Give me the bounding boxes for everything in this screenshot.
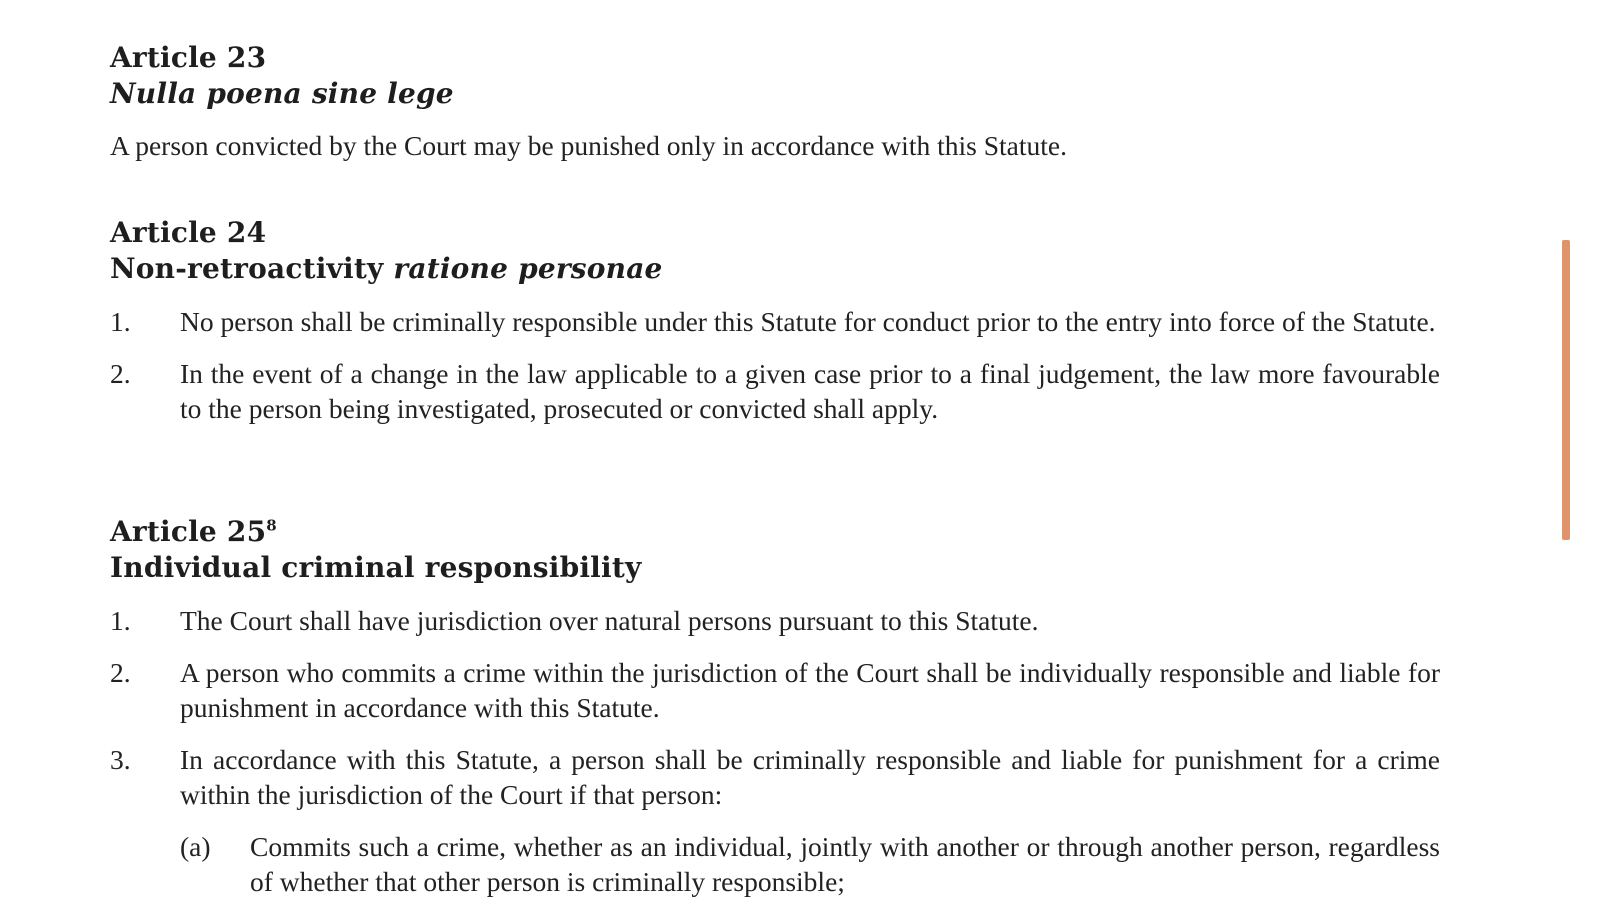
item-text: In accordance with this Statute, a perso… xyxy=(180,744,1440,810)
item-number: 1. xyxy=(110,605,131,636)
item-number: 1. xyxy=(110,306,131,337)
article-title: Non-retroactivity ratione personae xyxy=(110,251,1440,287)
article-number: Article 258 xyxy=(110,514,1440,550)
document-page: Article 23 Nulla poena sine lege A perso… xyxy=(0,0,1600,900)
article-number: Article 24 xyxy=(110,216,267,249)
article-24: Article 24 Non-retroactivity ratione per… xyxy=(110,215,1440,426)
item-text: A person who commits a crime within the … xyxy=(180,657,1440,723)
sub-item-letter: (a) xyxy=(180,831,211,862)
sub-item-text: Commits such a crime, whether as an indi… xyxy=(250,831,1440,897)
list-item: 3. In accordance with this Statute, a pe… xyxy=(110,742,1440,812)
scroll-indicator[interactable] xyxy=(1562,240,1570,540)
article-number-text: Article 25 xyxy=(110,515,267,548)
article-25: Article 258 Individual criminal responsi… xyxy=(110,514,1440,899)
footnote-marker[interactable]: 8 xyxy=(266,517,277,535)
item-text: The Court shall have jurisdiction over n… xyxy=(180,605,1039,636)
article-title-italic: Nulla poena sine lege xyxy=(110,77,454,110)
article-title: Individual criminal responsibility xyxy=(110,551,642,584)
list-item: 2. A person who commits a crime within t… xyxy=(110,655,1440,725)
list-item: 1. No person shall be criminally respons… xyxy=(110,304,1440,339)
article-number: Article 23 xyxy=(110,41,267,74)
item-text: In the event of a change in the law appl… xyxy=(180,358,1440,424)
article-title: Nulla poena sine lege xyxy=(110,76,1440,112)
article-paragraph: A person convicted by the Court may be p… xyxy=(110,130,1067,161)
article-23: Article 23 Nulla poena sine lege A perso… xyxy=(110,40,1440,163)
article-title-plain: Non-retroactivity xyxy=(110,252,394,285)
sub-list-item: (a) Commits such a crime, whether as an … xyxy=(180,829,1440,899)
list-item: 1. The Court shall have jurisdiction ove… xyxy=(110,603,1440,638)
item-number: 2. xyxy=(110,358,131,389)
article-title-italic: ratione personae xyxy=(393,252,663,285)
item-number: 2. xyxy=(110,657,131,688)
list-item: 2. In the event of a change in the law a… xyxy=(110,356,1440,426)
item-text: No person shall be criminally responsibl… xyxy=(180,306,1436,337)
item-number: 3. xyxy=(110,744,131,775)
